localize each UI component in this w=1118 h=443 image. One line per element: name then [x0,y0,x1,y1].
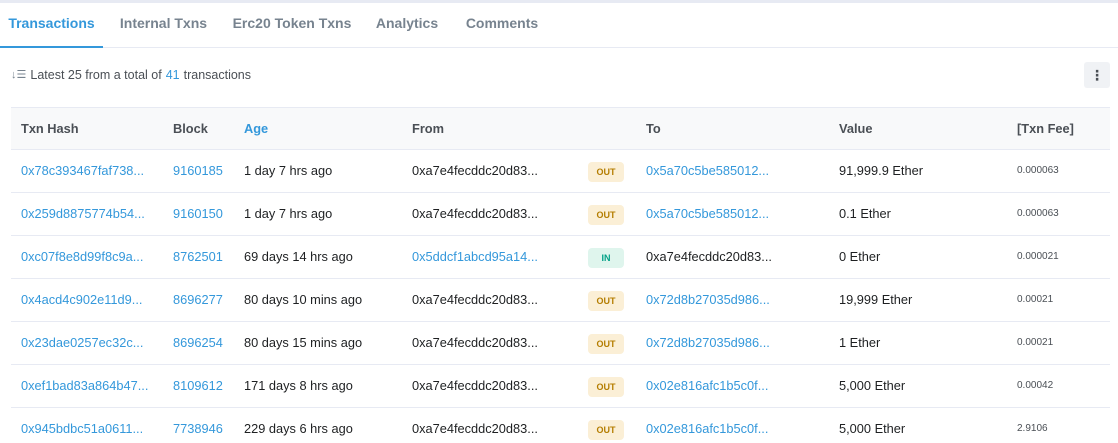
block-link[interactable]: 8696277 [173,279,223,321]
value-amount: 1 Ether [839,335,881,350]
to-address[interactable]: 0x02e816afc1b5c0f... [646,408,768,443]
value-amount: 91,999.9 Ether [839,163,923,178]
value-amount: 0.1 Ether [839,206,891,221]
txn-hash-link[interactable]: 0x23dae0257ec32c... [21,322,143,364]
age-value: 69 days 14 hrs ago [244,249,353,264]
direction-badge: OUT [588,377,624,397]
to-address[interactable]: 0x5a70c5be585012... [646,150,769,192]
direction-badge: OUT [588,334,624,354]
age-value: 80 days 15 mins ago [244,335,363,350]
age-value: 229 days 6 hrs ago [244,421,353,436]
txn-hash-link[interactable]: 0xc07f8e8d99f8c9a... [21,236,143,278]
age-value: 1 day 7 hrs ago [244,163,333,178]
txn-hash-link[interactable]: 0x78c393467faf738... [21,150,144,192]
txn-hash-link[interactable]: 0x4acd4c902e11d9... [21,279,142,321]
table-row: 0xc07f8e8d99f8c9a... 8762501 69 days 14 hr… [11,236,1110,279]
txn-fee-value: 2.9106 [1017,423,1048,434]
txn-fee-value: 0.000063 [1017,165,1059,176]
txn-fee-value: 0.00021 [1017,294,1054,305]
direction-badge: IN [588,248,624,268]
age-value: 80 days 10 mins ago [244,292,363,307]
transactions-summary: ↓☰ Latest 25 from a total of 41 transact… [11,66,251,84]
table-row: 0x78c393467faf738... 9160185 1 day 7 hrs a… [11,150,1110,193]
direction-badge: OUT [588,205,624,225]
value-amount: 0 Ether [839,249,881,264]
col-value: Value [839,121,873,136]
value-amount: 19,999 Ether [839,292,913,307]
table-row: 0x4acd4c902e11d9... 8696277 80 days 10 min… [11,279,1110,322]
block-link[interactable]: 8762501 [173,236,223,278]
more-options-button[interactable]: ⋮ [1084,62,1110,88]
block-link[interactable]: 9160150 [173,193,223,235]
to-address[interactable]: 0x5a70c5be585012... [646,193,769,235]
tab-internal-txns[interactable]: Internal Txns [106,3,221,48]
txn-fee-value: 0.00042 [1017,380,1054,391]
tab-erc20-token-txns[interactable]: Erc20 Token Txns [223,3,361,48]
block-link[interactable]: 9160185 [173,150,223,192]
summary-prefix: Latest 25 from a total of [30,68,162,82]
to-address: 0xa7e4fecddc20d83... [646,249,772,264]
direction-badge: OUT [588,420,624,440]
table-row: 0x23dae0257ec32c... 8696254 80 days 15 min… [11,322,1110,365]
transactions-table: Txn Hash Block Age From To Value [Txn Fe… [11,107,1110,443]
from-address: 0xa7e4fecddc20d83... [412,378,538,393]
col-txn-hash: Txn Hash [21,121,79,136]
table-body: 0x78c393467faf738... 9160185 1 day 7 hrs a… [11,150,1110,443]
tab-comments[interactable]: Comments [454,3,550,48]
value-amount: 5,000 Ether [839,378,906,393]
txn-fee-value: 0.000021 [1017,251,1059,262]
txn-hash-link[interactable]: 0x945bdbc51a0611... [21,408,143,443]
direction-badge: OUT [588,162,624,182]
age-value: 1 day 7 hrs ago [244,206,333,221]
summary-count-link[interactable]: 41 [166,66,180,84]
block-link[interactable]: 8696254 [173,322,223,364]
from-address: 0xa7e4fecddc20d83... [412,421,538,436]
from-address: 0xa7e4fecddc20d83... [412,163,538,178]
table-row: 0xef1bad83a864b47... 8109612 171 days 8 hr… [11,365,1110,408]
table-header: Txn Hash Block Age From To Value [Txn Fe… [11,108,1110,150]
to-address[interactable]: 0x72d8b27035d986... [646,322,770,364]
txn-hash-link[interactable]: 0x259d8875774b54... [21,193,145,235]
txn-hash-link[interactable]: 0xef1bad83a864b47... [21,365,148,407]
table-row: 0x945bdbc51a0611... 7738946 229 days 6 hrs… [11,408,1110,443]
value-amount: 5,000 Ether [839,421,906,436]
to-address[interactable]: 0x02e816afc1b5c0f... [646,365,768,407]
summary-suffix: transactions [183,68,252,82]
txn-fee-value: 0.000063 [1017,208,1059,219]
tab-transactions[interactable]: Transactions [0,3,103,48]
tab-bar: Transactions Internal Txns Erc20 Token T… [0,3,1118,48]
col-to: To [646,121,661,136]
from-address[interactable]: 0x5ddcf1abcd95a14... [412,236,538,278]
col-txn-fee: [Txn Fee] [1017,121,1074,136]
direction-badge: OUT [588,291,624,311]
txn-fee-value: 0.00021 [1017,337,1054,348]
from-address: 0xa7e4fecddc20d83... [412,206,538,221]
from-address: 0xa7e4fecddc20d83... [412,335,538,350]
block-link[interactable]: 8109612 [173,365,223,407]
from-address: 0xa7e4fecddc20d83... [412,292,538,307]
tab-analytics[interactable]: Analytics [363,3,451,48]
col-from: From [412,121,444,136]
table-row: 0x259d8875774b54... 9160150 1 day 7 hrs ag… [11,193,1110,236]
sort-icon: ↓☰ [11,69,27,81]
col-block: Block [173,121,208,136]
col-age-toggle[interactable]: Age [244,108,268,150]
transactions-panel: Transactions Internal Txns Erc20 Token T… [0,0,1118,443]
to-address[interactable]: 0x72d8b27035d986... [646,279,770,321]
age-value: 171 days 8 hrs ago [244,378,353,393]
block-link[interactable]: 7738946 [173,408,223,443]
